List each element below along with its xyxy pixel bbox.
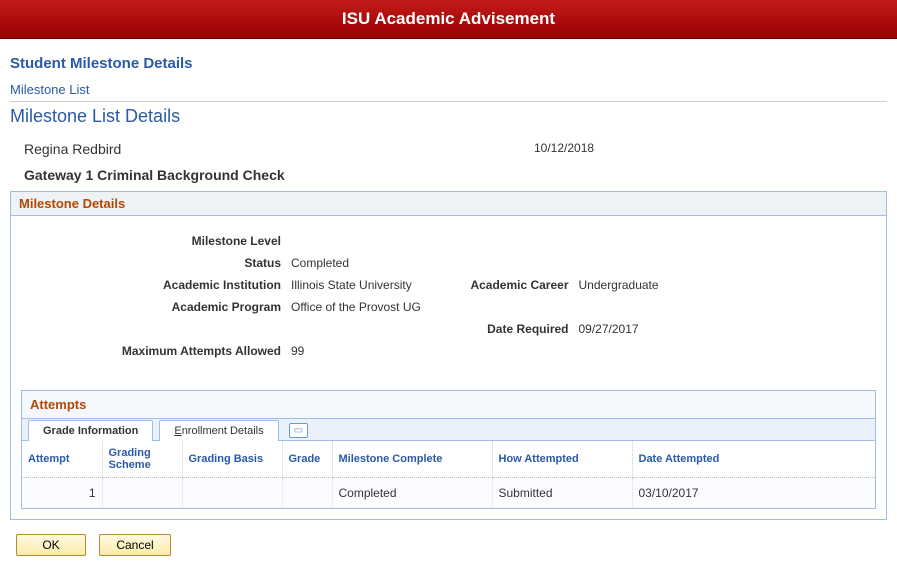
value-academic-career: Undergraduate <box>579 278 877 292</box>
col-grading-scheme[interactable]: Grading Scheme <box>102 441 182 478</box>
tab-enrollment-details-rest: nrollment Details <box>182 425 264 437</box>
spacer <box>21 322 291 336</box>
label-academic-career: Academic Career <box>449 278 579 292</box>
cell-grade <box>282 478 332 509</box>
milestone-details-panel: Milestone Details Milestone Level Status… <box>10 191 887 520</box>
label-max-attempts: Maximum Attempts Allowed <box>21 344 291 358</box>
col-date-attempted[interactable]: Date Attempted <box>632 441 875 478</box>
cell-grading-scheme <box>102 478 182 509</box>
cell-date-attempted: 03/10/2017 <box>632 478 875 509</box>
student-name: Regina Redbird <box>10 141 534 157</box>
divider <box>10 101 887 102</box>
value-max-attempts: 99 <box>291 344 876 358</box>
cell-grading-basis <box>182 478 282 509</box>
section-title: Milestone List Details <box>10 106 887 127</box>
tab-enrollment-details[interactable]: Enrollment Details <box>159 420 278 441</box>
tab-enrollment-details-key: E <box>174 425 181 437</box>
table-row: 1 Completed Submitted 03/10/2017 <box>22 478 875 509</box>
value-academic-program: Office of the Provost UG <box>291 300 876 314</box>
cancel-button[interactable]: Cancel <box>99 534 170 556</box>
milestone-name: Gateway 1 Criminal Background Check <box>10 167 887 183</box>
label-date-required: Date Required <box>449 322 579 336</box>
col-how-attempted[interactable]: How Attempted <box>492 441 632 478</box>
value-status: Completed <box>291 256 876 270</box>
tab-grade-information[interactable]: Grade Information <box>28 420 153 441</box>
attempts-table: Attempt Grading Scheme Grading Basis Gra… <box>22 440 875 508</box>
cell-milestone-complete: Completed <box>332 478 492 509</box>
ok-button[interactable]: OK <box>16 534 86 556</box>
label-status: Status <box>21 256 291 270</box>
label-academic-program: Academic Program <box>21 300 291 314</box>
value-milestone-level <box>291 234 876 248</box>
show-all-columns-icon[interactable]: ▭ <box>289 423 308 438</box>
label-academic-institution: Academic Institution <box>21 278 291 292</box>
cell-attempt: 1 <box>22 478 102 509</box>
col-grading-basis[interactable]: Grading Basis <box>182 441 282 478</box>
app-banner: ISU Academic Advisement <box>0 0 897 39</box>
cell-how-attempted: Submitted <box>492 478 632 509</box>
col-milestone-complete[interactable]: Milestone Complete <box>332 441 492 478</box>
value-academic-institution: Illinois State University <box>291 278 449 292</box>
attempts-panel: Attempts Grade Information Enrollment De… <box>21 390 876 509</box>
banner-title: ISU Academic Advisement <box>342 9 555 28</box>
milestone-list-link[interactable]: Milestone List <box>10 82 89 97</box>
col-grade[interactable]: Grade <box>282 441 332 478</box>
table-header-row: Attempt Grading Scheme Grading Basis Gra… <box>22 441 875 478</box>
attempts-header: Attempts <box>22 391 875 419</box>
report-date: 10/12/2018 <box>534 141 887 157</box>
page-title: Student Milestone Details <box>10 55 887 72</box>
col-attempt[interactable]: Attempt <box>22 441 102 478</box>
value-date-required: 09/27/2017 <box>579 322 877 336</box>
label-milestone-level: Milestone Level <box>21 234 291 248</box>
milestone-details-header: Milestone Details <box>11 192 886 216</box>
breadcrumb: Milestone List <box>10 82 887 97</box>
